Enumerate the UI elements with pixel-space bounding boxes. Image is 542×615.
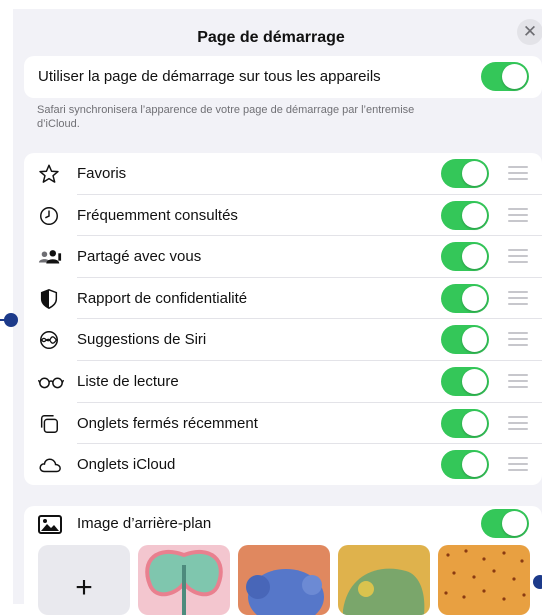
start-page-sheet: Page de démarrage ✕ Utiliser la page de … — [13, 9, 542, 604]
section-row: Partagé avec vous — [13, 236, 542, 278]
section-row: Onglets iCloud — [13, 444, 542, 486]
reorder-handle-icon[interactable] — [508, 290, 528, 305]
callout-marker-left — [4, 313, 18, 327]
background-thumbnail-dots[interactable] — [438, 545, 530, 615]
section-toggle[interactable] — [441, 159, 489, 188]
background-label: Image d’arrière-plan — [77, 515, 212, 532]
siri-icon — [38, 329, 60, 351]
glasses-icon — [37, 371, 65, 393]
shield-icon — [38, 288, 60, 310]
section-toggle[interactable] — [441, 325, 489, 355]
reorder-handle-icon[interactable] — [508, 249, 528, 264]
star-icon — [38, 163, 60, 185]
section-toggle[interactable] — [441, 367, 489, 396]
section-label: Liste de lecture — [77, 373, 179, 390]
section-label: Suggestions de Siri — [77, 331, 207, 349]
sync-toggle[interactable] — [481, 62, 529, 91]
section-toggle[interactable] — [441, 283, 489, 313]
section-row: Liste de lecture — [13, 361, 542, 403]
clock-icon — [38, 205, 60, 227]
background-toggle[interactable] — [481, 509, 529, 538]
section-row: Favoris — [13, 153, 542, 195]
callout-marker-right — [533, 575, 542, 589]
background-thumbnail-animal[interactable] — [238, 545, 330, 615]
section-label: Partagé avec vous — [77, 248, 202, 266]
callout-line-left — [0, 319, 6, 321]
section-label: Onglets iCloud — [77, 456, 176, 474]
section-label: Fréquemment consultés — [77, 206, 238, 224]
closed-tabs-icon — [38, 413, 60, 435]
section-label: Favoris — [77, 165, 127, 182]
sync-card: Utiliser la page de démarrage sur tous l… — [24, 56, 542, 98]
section-row: Suggestions de Siri — [13, 319, 542, 361]
reorder-handle-icon[interactable] — [508, 332, 528, 347]
reorder-handle-icon[interactable] — [508, 166, 528, 180]
cloud-icon — [38, 454, 61, 476]
section-label: Rapport de confidentialité — [77, 289, 248, 307]
section-label: Onglets fermés récemment — [77, 414, 258, 432]
photo-icon — [38, 515, 62, 535]
background-thumbnail-butterfly[interactable] — [138, 545, 230, 615]
reorder-handle-icon[interactable] — [508, 374, 528, 388]
section-row: Fréquemment consultés — [13, 195, 542, 237]
reorder-handle-icon[interactable] — [508, 415, 528, 430]
page-title: Page de démarrage — [197, 29, 345, 46]
add-background-button[interactable]: + — [38, 545, 130, 615]
background-thumbnail-turtle[interactable] — [338, 545, 430, 615]
sync-footnote: Safari synchronisera l’apparence de votr… — [37, 104, 415, 130]
close-button[interactable]: ✕ — [517, 19, 542, 45]
section-toggle[interactable] — [441, 450, 489, 480]
section-toggle[interactable] — [441, 242, 489, 272]
reorder-handle-icon[interactable] — [508, 457, 528, 472]
section-toggle[interactable] — [441, 408, 489, 438]
section-row: Onglets fermés récemment — [13, 403, 542, 445]
section-toggle[interactable] — [441, 200, 489, 230]
reorder-handle-icon[interactable] — [508, 207, 528, 222]
sections-card: Favoris Fréquemment consultés Partagé avec… — [24, 153, 542, 485]
sync-label: Utiliser la page de démarrage sur tous l… — [38, 68, 381, 85]
section-row: Rapport de confidentialité — [13, 278, 542, 320]
shared-people-icon — [38, 246, 62, 268]
